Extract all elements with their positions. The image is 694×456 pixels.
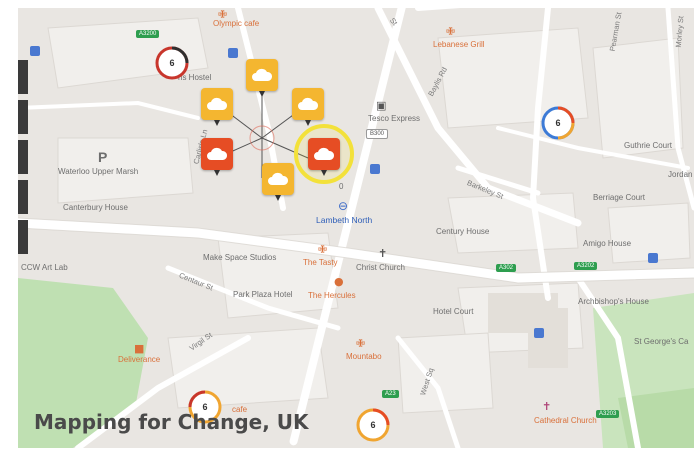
cloud-icon — [207, 147, 228, 160]
cluster-count: 6 — [370, 420, 376, 430]
marker-pin-left[interactable] — [201, 138, 233, 176]
label-cathedral-church: Cathedral Church — [534, 416, 597, 425]
label-century-house: Century House — [436, 227, 490, 236]
label-jordan-court: Jordan Ct — [668, 170, 694, 179]
label-park-plaza-hotel: Park Plaza Hotel — [233, 290, 293, 299]
cluster-count: 6 — [169, 58, 175, 68]
cluster-marker[interactable]: 6 — [356, 408, 390, 442]
road-shield-a302: A302 — [496, 264, 517, 272]
parking-icon: P — [98, 149, 108, 165]
restaurant-icon: ■ — [134, 342, 145, 355]
cloud-icon — [252, 68, 273, 81]
cloud-icon — [207, 97, 228, 110]
marker-pin-top[interactable] — [246, 59, 278, 97]
poi-label-mountabo: Mountabo — [346, 352, 382, 361]
screenshot-frame: Olympic cafe ✙ Lebanese Grill ✙ Tesco Ex… — [0, 0, 694, 456]
marker-pin-bottom[interactable] — [262, 163, 294, 201]
cluster-marker[interactable]: 6 — [155, 46, 189, 80]
poi-label-tesco-express: Tesco Express — [368, 114, 421, 123]
bus-stop-icon — [228, 48, 238, 58]
fork-knife-icon: ✙ — [356, 337, 366, 350]
poi-label-the-tasty: The Tasty — [303, 258, 338, 267]
marker-pin-upper-left[interactable] — [201, 88, 233, 126]
label-ccw-art-lab: CCW Art Lab — [21, 263, 68, 272]
road-shield-a23: A23 — [382, 390, 399, 398]
label-guthrie-court: Guthrie Court — [624, 141, 673, 150]
underground-icon: ⊖ — [338, 199, 349, 213]
toolbar-button[interactable] — [18, 220, 28, 254]
map-base-layer — [18, 8, 694, 448]
poi-label-deliverance: Deliverance — [118, 355, 161, 364]
church-icon: ✝ — [542, 400, 552, 413]
map-toolbar — [18, 60, 28, 260]
label-canterbury-house: Canterbury House — [63, 203, 128, 212]
label-christ-church: Christ Church — [356, 263, 405, 272]
cluster-count: 6 — [555, 118, 561, 128]
bus-stop-icon — [648, 253, 658, 263]
bus-stop-icon — [370, 164, 380, 174]
toolbar-button[interactable] — [18, 100, 28, 134]
label-amigo-house: Amigo House — [583, 239, 632, 248]
label-make-space-studios: Make Space Studios — [203, 253, 277, 262]
station-label-lambeth-north: Lambeth North — [316, 215, 373, 225]
bus-stop-icon — [534, 328, 544, 338]
road-shield-a3203: A3203 — [596, 410, 620, 418]
road-shield-a3200: A3200 — [136, 30, 160, 38]
toolbar-button[interactable] — [18, 140, 28, 174]
label-number: 0 — [339, 182, 344, 191]
cluster-marker[interactable]: 6 — [541, 106, 575, 140]
marker-pin-upper-right[interactable] — [292, 88, 324, 126]
beer-icon: ● — [334, 275, 344, 288]
fork-knife-icon: ✙ — [218, 8, 228, 21]
cloud-icon — [298, 97, 319, 110]
label-hotel-court: Hotel Court — [433, 307, 474, 316]
label-st-georges: St George's Ca — [634, 337, 689, 346]
road-shield-b300: B300 — [366, 129, 389, 139]
label-berriage-court: Berriage Court — [593, 193, 646, 202]
shop-icon: ▣ — [376, 99, 387, 112]
caption-title: Mapping for Change, UK — [34, 410, 309, 434]
poi-label-olympic-cafe: Olympic cafe — [213, 19, 260, 28]
cloud-icon — [268, 172, 289, 185]
map-canvas[interactable]: Olympic cafe ✙ Lebanese Grill ✙ Tesco Ex… — [18, 8, 694, 448]
cloud-icon — [314, 147, 335, 160]
bus-stop-icon — [30, 46, 40, 56]
poi-label-the-hercules: The Hercules — [308, 291, 356, 300]
poi-label-lebanese-grill: Lebanese Grill — [433, 40, 485, 49]
label-archbishops-house: Archbishop's House — [578, 297, 649, 306]
fork-knife-icon: ✙ — [446, 25, 456, 38]
toolbar-button[interactable] — [18, 180, 28, 214]
marker-pin-selected[interactable] — [308, 138, 340, 176]
label-waterloo-upper-marsh: Waterloo Upper Marsh — [58, 167, 139, 176]
road-shield-a3202: A3202 — [574, 262, 598, 270]
church-icon: ✝ — [378, 247, 388, 260]
toolbar-button[interactable] — [18, 60, 28, 94]
fork-knife-icon: ✙ — [318, 243, 328, 256]
